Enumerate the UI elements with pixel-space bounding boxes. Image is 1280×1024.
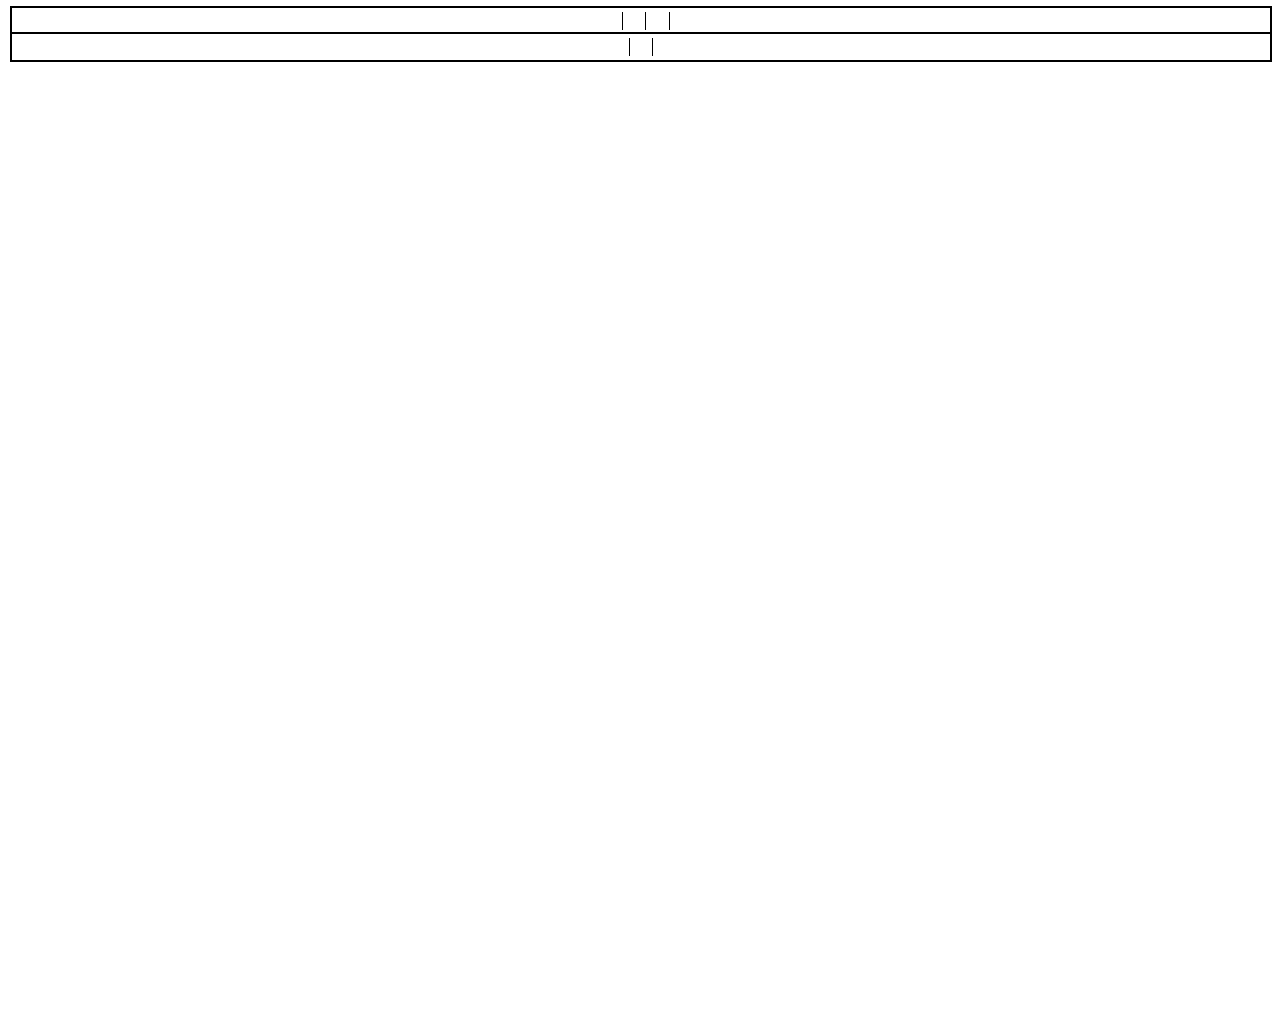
- meteogram-page: [0, 0, 1280, 1024]
- meteogram-svg: [0, 0, 1280, 1024]
